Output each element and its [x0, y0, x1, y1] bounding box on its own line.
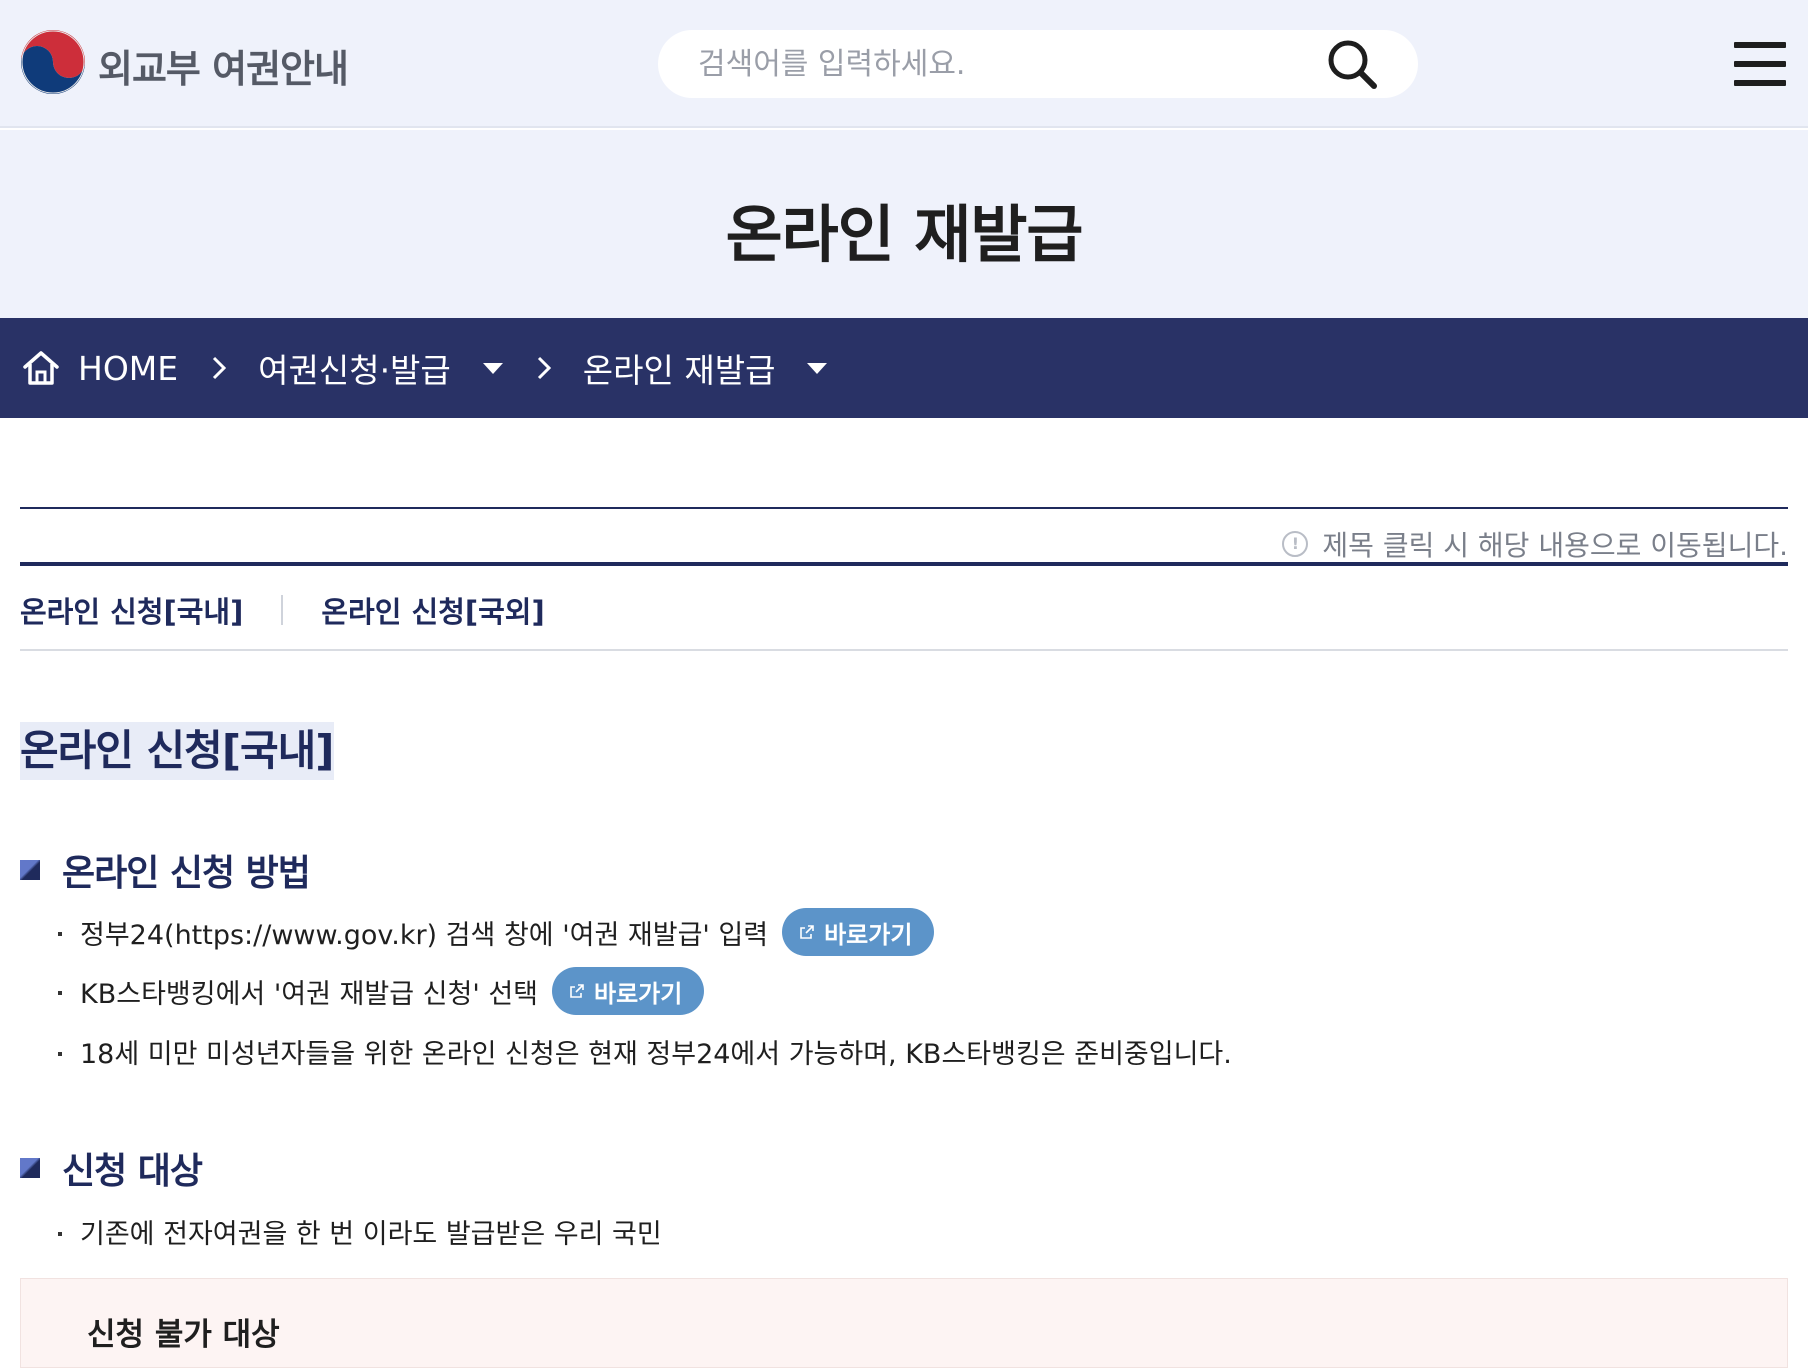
search-button[interactable] — [1322, 34, 1382, 94]
subhead-method: 온라인 신청 방법 — [20, 844, 311, 896]
subhead-target-text: 신청 대상 — [62, 1151, 203, 1192]
section-title: 온라인 신청[국내] — [20, 722, 334, 780]
square-bullet-icon — [20, 860, 40, 880]
toc-divider-bottom — [20, 649, 1788, 651]
logo-emblem-icon[interactable] — [20, 29, 86, 95]
list-item-text: KB스타뱅킹에서 '여권 재발급 신청' 선택 — [80, 978, 539, 1010]
excluded-notice-box: 신청 불가 대상 — [20, 1278, 1788, 1368]
site-logo-text[interactable]: 외교부 여권안내 — [98, 38, 349, 93]
caret-down-icon — [807, 362, 828, 374]
list-item-text: 18세 미만 미성년자들을 위한 온라인 신청은 현재 정부24에서 가능하며,… — [80, 1039, 1232, 1070]
subhead-target: 신청 대상 — [20, 1142, 203, 1194]
site-header: 외교부 여권안내 — [0, 0, 1808, 128]
chevron-right-icon — [212, 356, 227, 380]
external-link-icon — [570, 984, 584, 998]
subhead-method-text: 온라인 신청 방법 — [62, 853, 311, 894]
bullet-dot — [58, 1231, 62, 1236]
external-link-icon — [800, 925, 814, 939]
list-item: 18세 미만 미성년자들을 위한 온라인 신청은 현재 정부24에서 가능하며,… — [58, 1032, 1232, 1071]
breadcrumb-home-label: HOME — [78, 348, 179, 388]
toc-link-domestic[interactable]: 온라인 신청[국내] — [20, 589, 243, 631]
breadcrumb: HOME 여권신청·발급 온라인 재발급 — [0, 318, 1808, 418]
info-icon: ! — [1282, 531, 1309, 557]
breadcrumb-level1-dropdown[interactable]: 여권신청·발급 — [258, 344, 503, 392]
go-button-label: 바로가기 — [824, 920, 913, 949]
list-item: 기존에 전자여권을 한 번 이라도 발급받은 우리 국민 — [58, 1212, 662, 1251]
toc-links: 온라인 신청[국내] 온라인 신청[국외] — [20, 589, 545, 631]
toc-notice-text: 제목 클릭 시 해당 내용으로 이동됩니다. — [1322, 529, 1788, 562]
go-button-label: 바로가기 — [594, 979, 683, 1008]
toc-link-overseas[interactable]: 온라인 신청[국외] — [321, 589, 544, 631]
list-item: 정부24(https://www.gov.kr) 검색 창에 '여권 재발급' … — [58, 908, 935, 956]
square-bullet-icon — [20, 1158, 40, 1178]
toc-divider-top — [20, 507, 1788, 509]
breadcrumb-home[interactable]: HOME — [22, 349, 178, 388]
bullet-dot — [58, 932, 62, 936]
bullet-dot — [58, 991, 62, 995]
list-item-text: 정부24(https://www.gov.kr) 검색 창에 '여권 재발급' … — [80, 919, 769, 951]
toc-divider-mid — [20, 562, 1788, 566]
hamburger-menu-icon[interactable] — [1732, 38, 1788, 90]
page-title: 온라인 재발급 — [725, 198, 1084, 271]
search-input[interactable] — [698, 42, 1298, 86]
go-button-kbstar[interactable]: 바로가기 — [552, 967, 705, 1015]
caret-down-icon — [482, 362, 503, 374]
breadcrumb-level2-dropdown[interactable]: 온라인 재발급 — [583, 344, 828, 392]
list-item-text: 기존에 전자여권을 한 번 이라도 발급받은 우리 국민 — [80, 1219, 662, 1250]
list-item: KB스타뱅킹에서 '여권 재발급 신청' 선택 바로가기 — [58, 967, 705, 1015]
bullet-dot — [58, 1051, 62, 1056]
search-box — [658, 30, 1418, 98]
chevron-right-icon — [537, 356, 551, 380]
toc-notice: ! 제목 클릭 시 해당 내용으로 이동됩니다. — [1282, 524, 1788, 564]
home-icon — [23, 351, 59, 385]
toc-link-divider — [281, 595, 284, 625]
breadcrumb-level1-label: 여권신청·발급 — [258, 351, 451, 390]
search-icon — [1328, 40, 1377, 89]
go-button-gov24[interactable]: 바로가기 — [782, 908, 935, 956]
excluded-heading: 신청 불가 대상 — [87, 1317, 280, 1353]
page-title-band: 온라인 재발급 — [0, 130, 1808, 318]
breadcrumb-level2-label: 온라인 재발급 — [582, 351, 776, 390]
